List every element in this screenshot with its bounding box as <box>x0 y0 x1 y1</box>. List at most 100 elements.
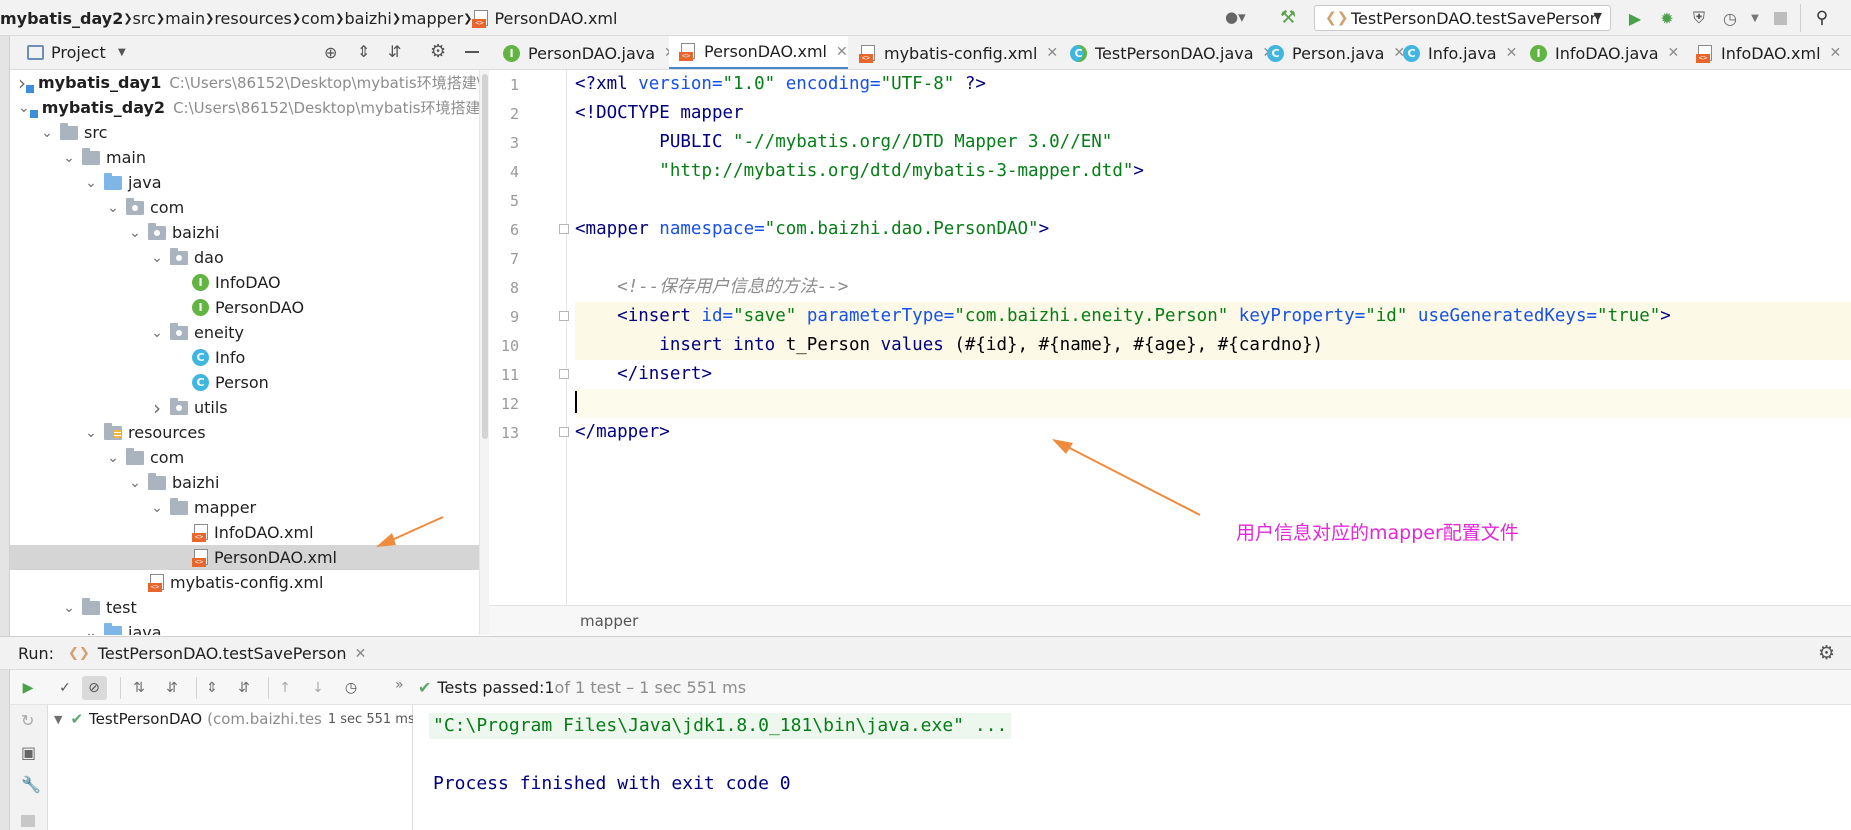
build-hammer-icon[interactable]: ⚒ <box>1280 7 1302 29</box>
wrench-icon[interactable]: 🔧 <box>21 775 41 794</box>
expand-all-icon[interactable]: ⇕ <box>357 42 370 61</box>
chevron-down-icon[interactable]: ⌄ <box>150 500 164 516</box>
fold-marker-icon[interactable] <box>559 311 569 321</box>
history-clock-icon[interactable]: ◷ <box>342 679 360 697</box>
chevron-right-icon[interactable]: › <box>18 71 26 95</box>
chevron-down-icon[interactable]: ⌄ <box>106 450 120 466</box>
collapse-all-icon[interactable]: ⇵ <box>388 42 401 61</box>
fold-marker-icon[interactable] <box>559 427 569 437</box>
tree-item[interactable]: ⌄ test <box>10 595 479 620</box>
editor-breadcrumb[interactable]: mapper <box>580 612 638 630</box>
more-run-options-icon[interactable]: ▼ <box>1745 8 1765 28</box>
close-icon[interactable]: ✕ <box>1506 45 1518 61</box>
project-tree-scrollbar[interactable] <box>479 70 489 635</box>
tree-item[interactable]: C Info <box>10 345 479 370</box>
breadcrumb-item[interactable]: PersonDAO.xml <box>472 0 617 36</box>
chevron-down-icon[interactable]: ⌄ <box>40 125 54 141</box>
tree-item[interactable]: › mybatis_day1 C:\Users\86152\Desktop\myba… <box>10 70 479 95</box>
breadcrumb-item[interactable]: mybatis_day2 <box>0 0 123 36</box>
tree-item[interactable]: ⌄ baizhi <box>10 220 479 245</box>
coverage-shield-icon[interactable]: ⛨ <box>1689 8 1709 28</box>
chevron-down-icon[interactable]: ⌄ <box>150 250 164 266</box>
chevron-down-icon[interactable]: ⌄ <box>18 100 30 116</box>
tree-item[interactable]: ⌄ eneity <box>10 320 479 345</box>
debug-bug-icon[interactable]: ✹ <box>1657 8 1677 28</box>
chevron-down-icon[interactable]: ⌄ <box>62 600 76 616</box>
tree-item[interactable]: ⌄ java <box>10 620 479 635</box>
close-icon[interactable]: ✕ <box>1046 45 1058 61</box>
tree-item[interactable]: ⌄ resources <box>10 420 479 445</box>
chevron-down-icon[interactable]: ⌄ <box>106 200 120 216</box>
editor-tab[interactable]: CTestPersonDAO.java✕ <box>1060 36 1274 69</box>
fold-marker-icon[interactable] <box>559 224 569 234</box>
sort-alphabetically-icon[interactable]: ⇅ <box>130 679 148 697</box>
chevron-down-icon[interactable]: ⌄ <box>128 225 142 241</box>
tree-item[interactable]: ⌄ baizhi <box>10 470 479 495</box>
fold-marker-icon[interactable] <box>559 369 569 379</box>
editor-tab[interactable]: mybatis-config.xml ✕ <box>849 36 1058 69</box>
next-failed-icon[interactable]: ↓ <box>309 679 327 697</box>
rerun-icon[interactable]: ▶ <box>19 679 37 697</box>
editor-tab[interactable]: C Person.java ✕ <box>1257 36 1405 69</box>
close-icon[interactable]: ✕ <box>836 44 848 60</box>
close-icon[interactable]: ✕ <box>1668 45 1680 61</box>
profiler-icon[interactable]: ◷ <box>1720 8 1740 28</box>
close-icon[interactable]: ✕ <box>355 646 367 662</box>
show-ignored-toggle[interactable]: ⊘ <box>82 676 107 700</box>
more-actions-icon[interactable]: » <box>395 677 404 693</box>
search-icon[interactable]: ⚲ <box>1812 8 1832 28</box>
tree-item[interactable]: I PersonDAO <box>10 295 479 320</box>
hide-panel-icon[interactable] <box>465 51 479 53</box>
run-icon[interactable]: ▶ <box>1625 8 1645 28</box>
tree-item[interactable]: C Person <box>10 370 479 395</box>
breadcrumb-item[interactable]: src <box>133 0 156 36</box>
editor-tab[interactable]: InfoDAO.xml ✕ <box>1686 36 1842 69</box>
editor-tab[interactable]: IPersonDAO.java✕ <box>493 36 676 69</box>
tree-item[interactable]: ⌄ com <box>10 195 479 220</box>
tree-item[interactable]: ⌄ dao <box>10 245 479 270</box>
gear-icon[interactable]: ⚙ <box>1818 642 1835 664</box>
stop-icon[interactable] <box>1770 8 1790 28</box>
chevron-down-icon[interactable]: ▼ <box>118 47 126 58</box>
tree-item[interactable]: ⌄ main <box>10 145 479 170</box>
screenshot-icon[interactable]: ▣ <box>21 743 36 762</box>
tree-item[interactable]: I InfoDAO <box>10 270 479 295</box>
previous-failed-icon[interactable]: ↑ <box>276 679 294 697</box>
chevron-down-icon[interactable]: ⌄ <box>84 625 98 636</box>
editor-tab[interactable]: PersonDAO.xml ✕ <box>669 36 848 69</box>
chevron-down-icon[interactable]: ⌄ <box>84 425 98 441</box>
breadcrumb-item[interactable]: baizhi <box>344 0 391 36</box>
tree-item[interactable]: ⌄ java <box>10 170 479 195</box>
run-configuration-selector[interactable]: ❮❯ TestPersonDAO.testSavePerson ▼ <box>1314 5 1611 31</box>
project-panel-title[interactable]: Project <box>51 43 106 62</box>
tree-item[interactable]: InfoDAO.xml <box>10 520 479 545</box>
breadcrumb-item[interactable]: mapper <box>401 0 463 36</box>
chevron-right-icon[interactable]: › <box>150 396 164 420</box>
tree-item[interactable]: mybatis-config.xml <box>10 570 479 595</box>
user-icon[interactable]: ●▾ <box>1225 8 1249 28</box>
tree-item[interactable]: ⌄ mapper <box>10 495 479 520</box>
gear-icon[interactable]: ⚙ <box>430 41 446 62</box>
locate-file-icon[interactable]: ⊕ <box>324 43 337 62</box>
chevron-down-icon[interactable]: ⌄ <box>62 150 76 166</box>
tree-item[interactable]: ⌄ src <box>10 120 479 145</box>
sort-by-duration-icon[interactable]: ⇵ <box>163 679 181 697</box>
editor-tab[interactable]: I InfoDAO.java ✕ <box>1520 36 1680 69</box>
tree-item[interactable]: ⌄ mybatis_day2 C:\Users\86152\Desktop\myba… <box>10 95 479 120</box>
test-result-row[interactable]: ▼ ✔ TestPersonDAO (com.baizhi.tes 1 sec … <box>48 705 413 733</box>
breadcrumb-item[interactable]: resources <box>214 0 292 36</box>
rerun-failed-icon[interactable]: ↻ <box>21 711 34 730</box>
close-icon[interactable]: ✕ <box>1830 45 1842 61</box>
breadcrumb-item[interactable]: com <box>301 0 335 36</box>
chevron-down-icon[interactable]: ⌄ <box>128 475 142 491</box>
code-editor[interactable]: <?xml version="1.0" encoding="UTF-8" ?> <… <box>575 70 1851 605</box>
run-tab[interactable]: ❮❯ TestPersonDAO.testSavePerson ✕ <box>68 637 366 670</box>
chevron-down-icon[interactable]: ▼ <box>54 713 62 726</box>
stop-icon[interactable] <box>21 815 35 827</box>
chevron-down-icon[interactable]: ⌄ <box>150 325 164 341</box>
tree-item[interactable]: › utils <box>10 395 479 420</box>
editor-tab[interactable]: C Info.java ✕ <box>1393 36 1518 69</box>
collapse-all-icon[interactable]: ⇵ <box>235 679 253 697</box>
expand-all-icon[interactable]: ⇕ <box>203 679 221 697</box>
show-passed-icon[interactable]: ✓ <box>56 679 74 697</box>
